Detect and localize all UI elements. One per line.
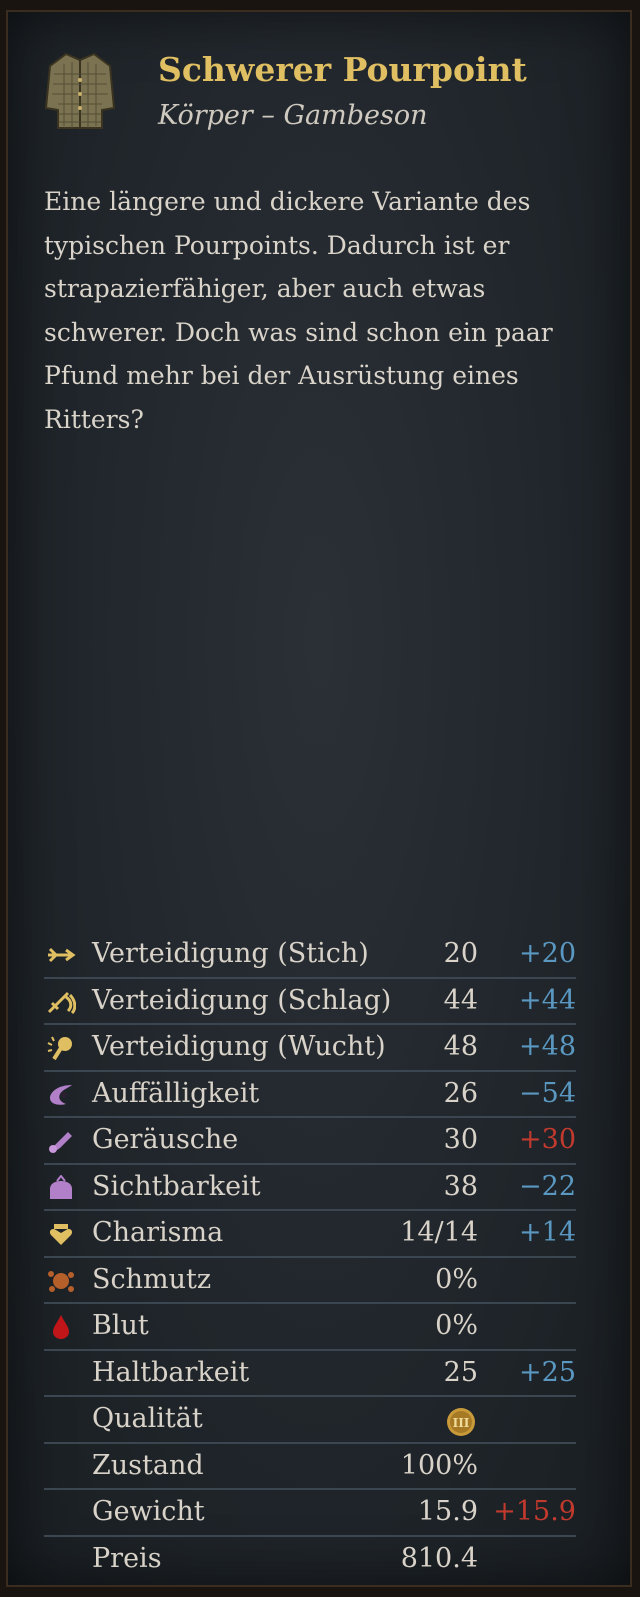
stat-row-charisma: Charisma 14/14 +14: [44, 1211, 576, 1258]
stat-label: Haltbarkeit: [92, 1356, 250, 1388]
stat-label: Schmutz: [92, 1263, 212, 1295]
item-tooltip-panel: Schwerer Pourpoint Körper – Gambeson Ein…: [0, 0, 640, 1597]
stat-value: 100%: [400, 1449, 478, 1481]
stat-label: Verteidigung (Stich): [92, 938, 369, 969]
tooltip-header: Schwerer Pourpoint Körper – Gambeson: [38, 44, 618, 144]
stat-value: 15.9: [417, 1496, 478, 1527]
stat-label: Verteidigung (Schlag): [92, 984, 392, 1016]
stat-label: Zustand: [92, 1449, 204, 1481]
noise-icon: [49, 1132, 72, 1153]
stat-delta: +14: [519, 1217, 576, 1248]
stat-value: 810.4: [400, 1542, 478, 1574]
stat-label: Qualität: [92, 1403, 203, 1434]
stat-row-defense-slash: Verteidigung (Schlag) 44 +44: [44, 979, 576, 1025]
stat-row-conspicuousness: Auffälligkeit 26 −54: [44, 1072, 576, 1118]
stat-value: 38: [443, 1170, 478, 1202]
stat-label: Geräusche: [92, 1124, 239, 1155]
stat-value: 20: [443, 938, 478, 969]
stat-value: 25: [443, 1356, 478, 1388]
visibility-icon: [50, 1174, 72, 1199]
stat-label: Blut: [92, 1310, 149, 1341]
stat-row-visibility: Sichtbarkeit 38 −22: [44, 1165, 576, 1211]
stat-delta: +48: [519, 1031, 576, 1062]
stat-value: 26: [443, 1077, 478, 1109]
slash-icon: [47, 991, 76, 1014]
stat-label: Auffälligkeit: [92, 1077, 260, 1109]
stat-row-condition: Zustand 100%: [44, 1444, 576, 1490]
stat-label: Verteidigung (Wucht): [92, 1031, 386, 1062]
stat-delta: −54: [519, 1077, 576, 1109]
dirt-icon: [48, 1270, 74, 1292]
stat-row-quality: Qualität III: [44, 1397, 576, 1444]
stat-delta: +44: [519, 984, 576, 1016]
stat-label: Charisma: [92, 1217, 224, 1248]
stat-value: 30: [443, 1124, 478, 1155]
stab-icon: [48, 947, 76, 963]
stat-row-price: Preis 810.4: [44, 1537, 576, 1584]
stats-table: Verteidigung (Stich) 20 +20 Verteidigung…: [44, 932, 576, 1583]
item-subtitle: Körper – Gambeson: [158, 100, 428, 131]
charisma-icon: [49, 1224, 73, 1245]
stat-row-weight: Gewicht 15.9 +15.9: [44, 1490, 576, 1537]
stat-delta: +15.9: [493, 1496, 576, 1527]
quality-badge-text: III: [453, 1416, 470, 1430]
gambeson-icon: [44, 52, 116, 129]
stat-row-defense-stab: Verteidigung (Stich) 20 +20: [44, 932, 576, 979]
stat-row-dirt: Schmutz 0%: [44, 1258, 576, 1304]
quality-badge-icon: III: [447, 1408, 475, 1436]
blunt-icon: [47, 1036, 72, 1061]
stat-label: Sichtbarkeit: [92, 1170, 261, 1202]
stat-delta: +25: [519, 1356, 576, 1388]
stat-row-durability: Haltbarkeit 25 +25: [44, 1351, 576, 1397]
stat-delta: +20: [519, 938, 576, 969]
stat-value: 0%: [435, 1263, 478, 1295]
stat-row-noise: Geräusche 30 +30: [44, 1118, 576, 1165]
blood-icon: [53, 1315, 69, 1339]
stat-delta: +30: [519, 1124, 576, 1155]
stat-value: 14/14: [400, 1217, 478, 1248]
stat-label: Preis: [92, 1542, 162, 1574]
conspicuousness-icon: [50, 1084, 72, 1105]
stat-delta: −22: [519, 1170, 576, 1202]
stat-value: 0%: [435, 1310, 478, 1341]
stat-value: 44: [443, 984, 478, 1016]
stat-value: 48: [443, 1031, 478, 1062]
item-description: Eine längere und dickere Variante des ty…: [44, 187, 553, 434]
item-title: Schwerer Pourpoint: [158, 50, 527, 89]
stat-row-blood: Blut 0%: [44, 1304, 576, 1351]
stat-label: Gewicht: [92, 1496, 205, 1527]
stat-row-defense-blunt: Verteidigung (Wucht) 48 +48: [44, 1025, 576, 1072]
